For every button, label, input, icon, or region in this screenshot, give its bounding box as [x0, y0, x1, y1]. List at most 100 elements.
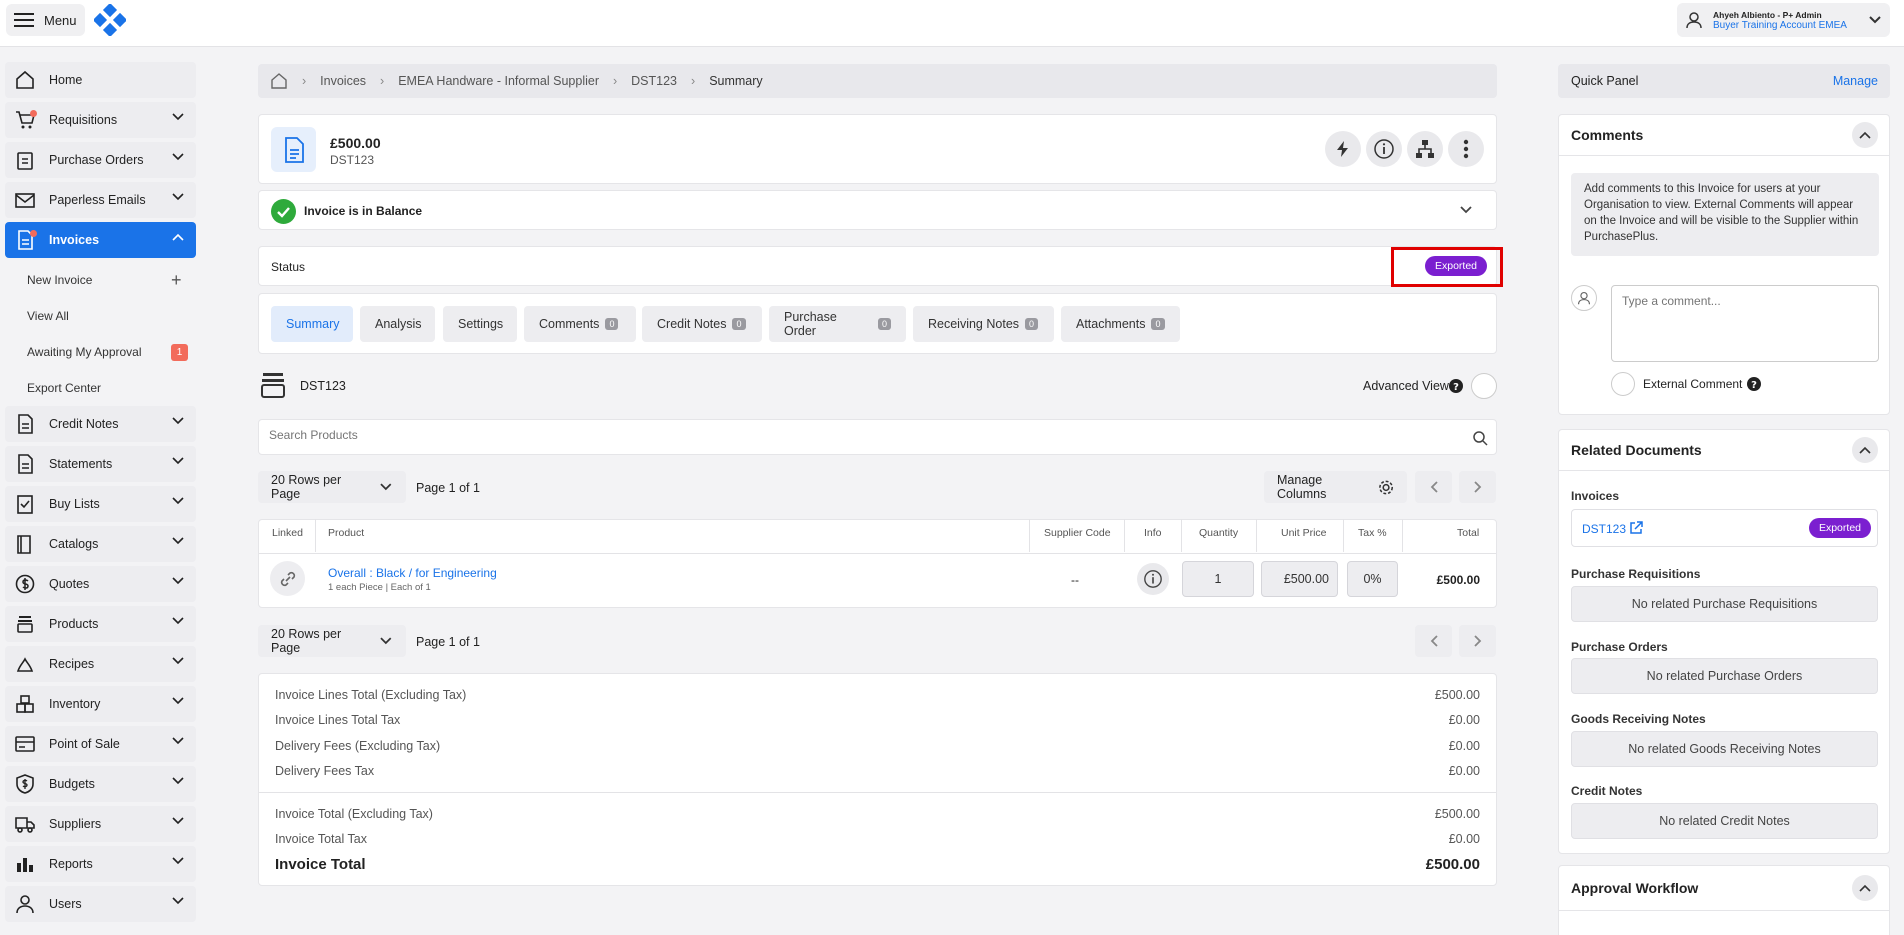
lines-title: DST123 — [300, 379, 346, 393]
sidebar-sub-awaiting-my-approval[interactable]: Awaiting My Approval 1 — [5, 334, 196, 370]
advanced-view-label: Advanced View — [1363, 379, 1449, 393]
invoice-total-ex-label: Invoice Total (Excluding Tax) — [275, 807, 433, 821]
quick-panel-manage[interactable]: Manage — [1833, 74, 1878, 88]
col-unit-price[interactable]: Unit Price — [1281, 527, 1327, 539]
tab-credit-notes[interactable]: Credit Notes 0 — [642, 306, 762, 342]
product-link[interactable]: Overall : Black / for Engineering — [328, 566, 497, 580]
external-comment-checkbox[interactable] — [1611, 372, 1635, 396]
tab-settings[interactable]: Settings — [443, 306, 517, 342]
related-invoice-link[interactable]: DST123 — [1582, 522, 1626, 536]
sidebar-item-label: Budgets — [49, 777, 95, 791]
sidebar-sub-new-invoice[interactable]: New Invoice + — [5, 262, 196, 298]
sidebar-item-quotes[interactable]: Quotes — [5, 566, 196, 602]
sidebar-item-invoices[interactable]: Invoices — [5, 222, 196, 258]
chevron-right-icon — [1473, 635, 1481, 647]
column-divider — [315, 519, 316, 552]
info-button[interactable] — [1366, 131, 1402, 167]
sidebar-sub-view-all[interactable]: View All — [5, 298, 196, 334]
breadcrumb-supplier[interactable]: EMEA Handware - Informal Supplier — [398, 74, 599, 88]
chevron-down-icon — [172, 153, 184, 161]
search-icon[interactable] — [1472, 430, 1488, 446]
collapse-related-button[interactable] — [1852, 437, 1878, 463]
balance-card[interactable]: Invoice is in Balance — [258, 190, 1497, 230]
sidebar-item-catalogs[interactable]: Catalogs — [5, 526, 196, 562]
sidebar-item-requisitions[interactable]: Requisitions — [5, 102, 196, 138]
tab-purchase-order[interactable]: Purchase Order 0 — [769, 306, 906, 342]
sidebar-item-users[interactable]: Users — [5, 886, 196, 922]
chevron-down-icon — [172, 817, 184, 825]
advanced-view-toggle[interactable] — [1471, 373, 1497, 399]
prev-page-button[interactable] — [1415, 471, 1452, 503]
tab-comments[interactable]: Comments 0 — [524, 306, 636, 342]
quantity-input[interactable]: 1 — [1182, 561, 1254, 597]
sidebar-item-budgets[interactable]: Budgets — [5, 766, 196, 802]
collapse-comments-button[interactable] — [1852, 122, 1878, 148]
next-page-button[interactable] — [1459, 625, 1496, 657]
menu-label: Menu — [44, 12, 77, 28]
panel-divider — [1559, 910, 1889, 911]
tab-receiving-notes[interactable]: Receiving Notes 0 — [913, 306, 1054, 342]
sidebar-item-reports[interactable]: Reports — [5, 846, 196, 882]
external-link-icon[interactable] — [1629, 521, 1643, 535]
col-supplier-code[interactable]: Supplier Code — [1044, 527, 1111, 539]
prev-page-button[interactable] — [1415, 625, 1452, 657]
sidebar-item-credit-notes[interactable]: Credit Notes — [5, 406, 196, 442]
collapse-approval-button[interactable] — [1852, 875, 1878, 901]
invoice-amount: £500.00 — [330, 135, 381, 151]
sidebar-item-products[interactable]: Products — [5, 606, 196, 642]
sidebar-item-home[interactable]: Home — [5, 62, 196, 98]
sidebar-item-recipes[interactable]: Recipes — [5, 646, 196, 682]
tab-label: Receiving Notes — [928, 317, 1020, 331]
breadcrumb-invoice[interactable]: DST123 — [631, 74, 677, 88]
search-input[interactable] — [269, 428, 1449, 442]
sidebar-item-buy-lists[interactable]: Buy Lists — [5, 486, 196, 522]
home-icon[interactable] — [270, 72, 288, 90]
chevron-right-icon — [1473, 481, 1481, 493]
user-menu[interactable]: Ahyeh Albiento - P+ Admin Buyer Training… — [1677, 3, 1890, 37]
header-divider — [259, 553, 1496, 554]
app-logo[interactable] — [94, 4, 126, 36]
sidebar-item-label: Inventory — [49, 697, 101, 711]
manage-columns-button[interactable]: Manage Columns — [1264, 471, 1407, 503]
help-icon[interactable]: ? — [1747, 377, 1761, 391]
chevron-down-icon — [1869, 16, 1881, 24]
tab-summary[interactable]: Summary — [271, 306, 353, 342]
col-total[interactable]: Total — [1457, 527, 1479, 539]
check-circle-icon — [271, 199, 296, 224]
sidebar-item-statements[interactable]: Statements — [5, 446, 196, 482]
col-info[interactable]: Info — [1144, 527, 1162, 539]
col-linked[interactable]: Linked — [272, 527, 303, 539]
tab-analysis[interactable]: Analysis — [360, 306, 435, 342]
more-button[interactable] — [1448, 131, 1484, 167]
tab-attachments[interactable]: Attachments 0 — [1061, 306, 1180, 342]
sidebar-sub-label: Export Center — [27, 381, 102, 395]
col-quantity[interactable]: Quantity — [1199, 527, 1238, 539]
plus-icon[interactable]: + — [171, 270, 182, 291]
link-button[interactable] — [270, 561, 305, 596]
tax-input[interactable]: 0% — [1347, 561, 1398, 597]
sidebar-item-paperless-emails[interactable]: Paperless Emails — [5, 182, 196, 218]
sidebar-item-label: Credit Notes — [49, 417, 119, 431]
rows-per-page-select[interactable]: 20 Rows per Page — [258, 471, 406, 503]
info-button[interactable] — [1137, 563, 1169, 595]
sidebar-item-inventory[interactable]: Inventory — [5, 686, 196, 722]
col-tax[interactable]: Tax % — [1358, 527, 1387, 539]
col-product[interactable]: Product — [328, 527, 364, 539]
user-icon — [1686, 12, 1702, 29]
sidebar-item-point-of-sale[interactable]: Point of Sale — [5, 726, 196, 762]
help-icon[interactable]: ? — [1449, 379, 1463, 393]
chef-icon — [15, 654, 35, 674]
sidebar-item-suppliers[interactable]: Suppliers — [5, 806, 196, 842]
unit-price-input[interactable]: £500.00 — [1261, 561, 1338, 597]
workflow-button[interactable] — [1407, 131, 1443, 167]
tab-label: Comments — [539, 317, 600, 331]
comment-input[interactable] — [1611, 285, 1879, 362]
rows-per-page-select[interactable]: 20 Rows per Page — [258, 625, 406, 657]
breadcrumb-invoices[interactable]: Invoices — [320, 74, 366, 88]
actions-button[interactable] — [1325, 131, 1361, 167]
menu-button[interactable]: Menu — [6, 4, 85, 36]
next-page-button[interactable] — [1459, 471, 1496, 503]
sidebar-sub-export-center[interactable]: Export Center — [5, 370, 196, 406]
card-icon — [15, 734, 35, 754]
sidebar-item-purchase-orders[interactable]: Purchase Orders — [5, 142, 196, 178]
